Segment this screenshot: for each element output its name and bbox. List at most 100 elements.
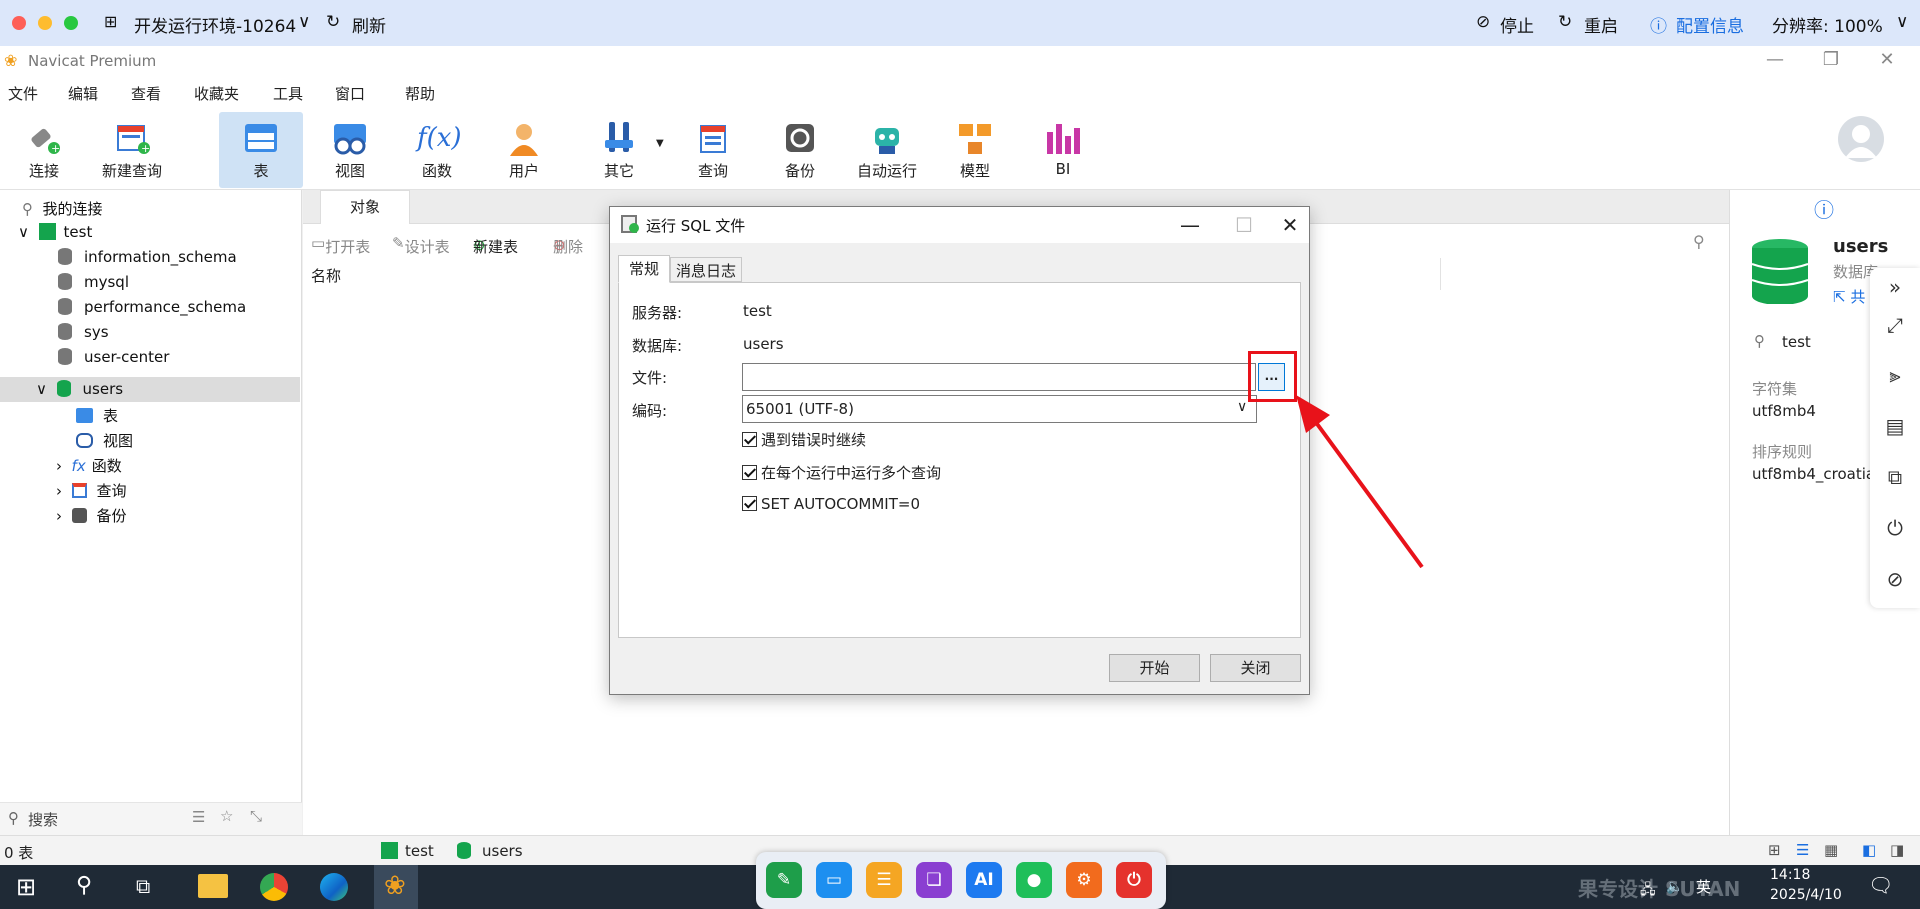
restore-button[interactable]: ❐	[1816, 49, 1846, 70]
left-panel-toggle-icon[interactable]: ◧	[1862, 841, 1876, 859]
layout-icon[interactable]: ▤	[1884, 415, 1906, 437]
toolbar-bi-button[interactable]: BI	[1021, 112, 1105, 188]
stop-button[interactable]: 停止	[1500, 12, 1534, 37]
power-icon[interactable]: ⏻	[1884, 517, 1906, 539]
minimize-button[interactable]: —	[1760, 49, 1790, 70]
search-icon[interactable]: ⚲	[1693, 232, 1705, 251]
encoding-select[interactable]: 65001 (UTF-8) ∨	[742, 395, 1257, 423]
tree-node-backups[interactable]: › 备份	[56, 505, 127, 526]
toolbar-query-button[interactable]: 查询	[671, 112, 755, 188]
file-explorer-icon[interactable]	[198, 874, 228, 898]
file-path-input[interactable]	[742, 363, 1256, 391]
toolbar-automation-button[interactable]: 自动运行	[845, 112, 929, 188]
volume-icon[interactable]: 🔈	[1666, 879, 1683, 895]
toolbar-function-button[interactable]: f(x) 函数	[395, 112, 479, 188]
column-header-name[interactable]: 名称	[311, 265, 341, 286]
restart-button[interactable]: 重启	[1584, 12, 1618, 37]
dock-power-icon[interactable]: ⏻	[1116, 862, 1152, 898]
filter-icon[interactable]: ☰	[192, 808, 205, 826]
sidebar-search-input[interactable]: 搜索	[28, 809, 58, 830]
option-multiple-queries[interactable]: 在每个运行中运行多个查询	[742, 462, 941, 483]
tree-db-users[interactable]: ∨ users	[36, 380, 123, 398]
mac-zoom-button[interactable]	[64, 16, 78, 30]
network-icon[interactable]: 🖧	[1640, 879, 1656, 903]
dialog-minimize-button[interactable]: —	[1168, 209, 1212, 241]
open-table-button[interactable]: ▭ 打开表	[311, 234, 370, 256]
notification-icon[interactable]: 🗨	[1868, 873, 1893, 897]
menu-edit[interactable]: 编辑	[68, 83, 98, 104]
collapse-icon[interactable]: ⤡	[250, 807, 262, 825]
dropdown-arrow-icon[interactable]: ▼	[656, 138, 664, 149]
toolbar-view-button[interactable]: 视图	[308, 112, 392, 188]
dock-book-icon[interactable]: ❏	[916, 862, 952, 898]
ime-indicator[interactable]: 英	[1696, 876, 1711, 897]
menu-file[interactable]: 文件	[8, 83, 38, 104]
stop-icon[interactable]: ⊘	[1476, 12, 1490, 32]
tree-node-tables[interactable]: 表	[76, 405, 118, 426]
info-icon[interactable]: ⓘ	[1814, 194, 1834, 223]
toolbar-other-button[interactable]: 其它	[577, 112, 661, 188]
tree-node-views[interactable]: 视图	[76, 430, 133, 451]
windows-start-icon[interactable]: ⊞	[16, 873, 36, 901]
my-connections-header[interactable]: ⚲ 我的连接	[22, 198, 103, 219]
env-title[interactable]: 开发运行环境-10264	[134, 12, 296, 37]
toolbar-table-button[interactable]: 表	[219, 112, 303, 188]
menu-view[interactable]: 查看	[131, 83, 161, 104]
dock-files-icon[interactable]: ☰	[866, 862, 902, 898]
config-info-button[interactable]: 配置信息	[1676, 12, 1744, 37]
refresh-button[interactable]: 刷新	[352, 12, 386, 37]
tree-node-queries[interactable]: › 查询	[56, 480, 127, 501]
dialog-tab-general[interactable]: 常规	[618, 255, 670, 283]
edge-icon[interactable]	[320, 873, 348, 901]
tree-node-functions[interactable]: › fx 函数	[56, 455, 122, 476]
mac-close-button[interactable]	[12, 16, 26, 30]
menu-window[interactable]: 窗口	[335, 83, 365, 104]
dock-sign-icon[interactable]: ✎	[766, 862, 802, 898]
fullscreen-icon[interactable]: ⤢	[1884, 314, 1906, 336]
info-icon[interactable]: ⓘ	[1650, 12, 1667, 37]
tree-db-information-schema[interactable]: information_schema	[58, 248, 237, 266]
chevron-down-icon[interactable]: ∨	[1896, 12, 1908, 32]
menu-tools[interactable]: 工具	[273, 83, 303, 104]
share-link[interactable]: ⇱ 共	[1833, 286, 1865, 307]
toolbar-new-query-button[interactable]: + 新建查询	[90, 112, 174, 188]
split-icon[interactable]: ⫸	[1884, 364, 1906, 386]
search-icon[interactable]: ⚲	[76, 873, 92, 898]
tree-db-user-center[interactable]: user-center	[58, 348, 169, 366]
tab-objects[interactable]: 对象	[320, 190, 410, 224]
hide-icon[interactable]: ⊘	[1884, 568, 1906, 590]
dock-desktop-icon[interactable]: ▭	[816, 862, 852, 898]
list-view-icon[interactable]: ☰	[1796, 841, 1809, 859]
dialog-close-button[interactable]: ✕	[1268, 209, 1312, 241]
mac-minimize-button[interactable]	[38, 16, 52, 30]
chevron-down-icon[interactable]: ∨	[298, 12, 310, 32]
detail-view-icon[interactable]: ▦	[1824, 841, 1838, 859]
start-button[interactable]: 开始	[1109, 654, 1200, 682]
menu-favorites[interactable]: 收藏夹	[194, 83, 239, 104]
dock-chat-icon[interactable]: ●	[1016, 862, 1052, 898]
expand-panel-icon[interactable]: »	[1884, 276, 1906, 298]
restart-icon[interactable]: ↻	[1558, 12, 1572, 32]
right-panel-toggle-icon[interactable]: ◨	[1890, 841, 1904, 859]
refresh-icon[interactable]: ↻	[326, 12, 340, 32]
dock-settings-icon[interactable]: ⚙	[1066, 862, 1102, 898]
close-dialog-button[interactable]: 关闭	[1210, 654, 1301, 682]
tree-db-mysql[interactable]: mysql	[58, 273, 129, 291]
tree-db-sys[interactable]: sys	[58, 323, 109, 341]
chrome-icon[interactable]	[260, 873, 288, 901]
toolbar-user-button[interactable]: 用户	[482, 112, 566, 188]
toolbar-model-button[interactable]: 模型	[933, 112, 1017, 188]
clock-date[interactable]: 2025/4/10	[1770, 887, 1842, 903]
dock-ai-icon[interactable]: AI	[966, 862, 1002, 898]
menu-help[interactable]: 帮助	[405, 83, 435, 104]
design-table-button[interactable]: ✎ 设计表	[392, 234, 450, 256]
close-button[interactable]: ✕	[1872, 49, 1902, 70]
tree-db-performance-schema[interactable]: performance_schema	[58, 298, 246, 316]
option-continue-on-error[interactable]: 遇到错误时继续	[742, 429, 866, 450]
dialog-maximize-button[interactable]: ☐	[1222, 209, 1266, 241]
tree-connection-test[interactable]: ∨ test	[18, 223, 92, 241]
grid-view-icon[interactable]: ⊞	[1768, 841, 1781, 859]
task-view-icon[interactable]: ⧉	[136, 874, 150, 898]
toolbar-backup-button[interactable]: 备份	[758, 112, 842, 188]
dialog-tab-message-log[interactable]: 消息日志	[670, 257, 742, 282]
